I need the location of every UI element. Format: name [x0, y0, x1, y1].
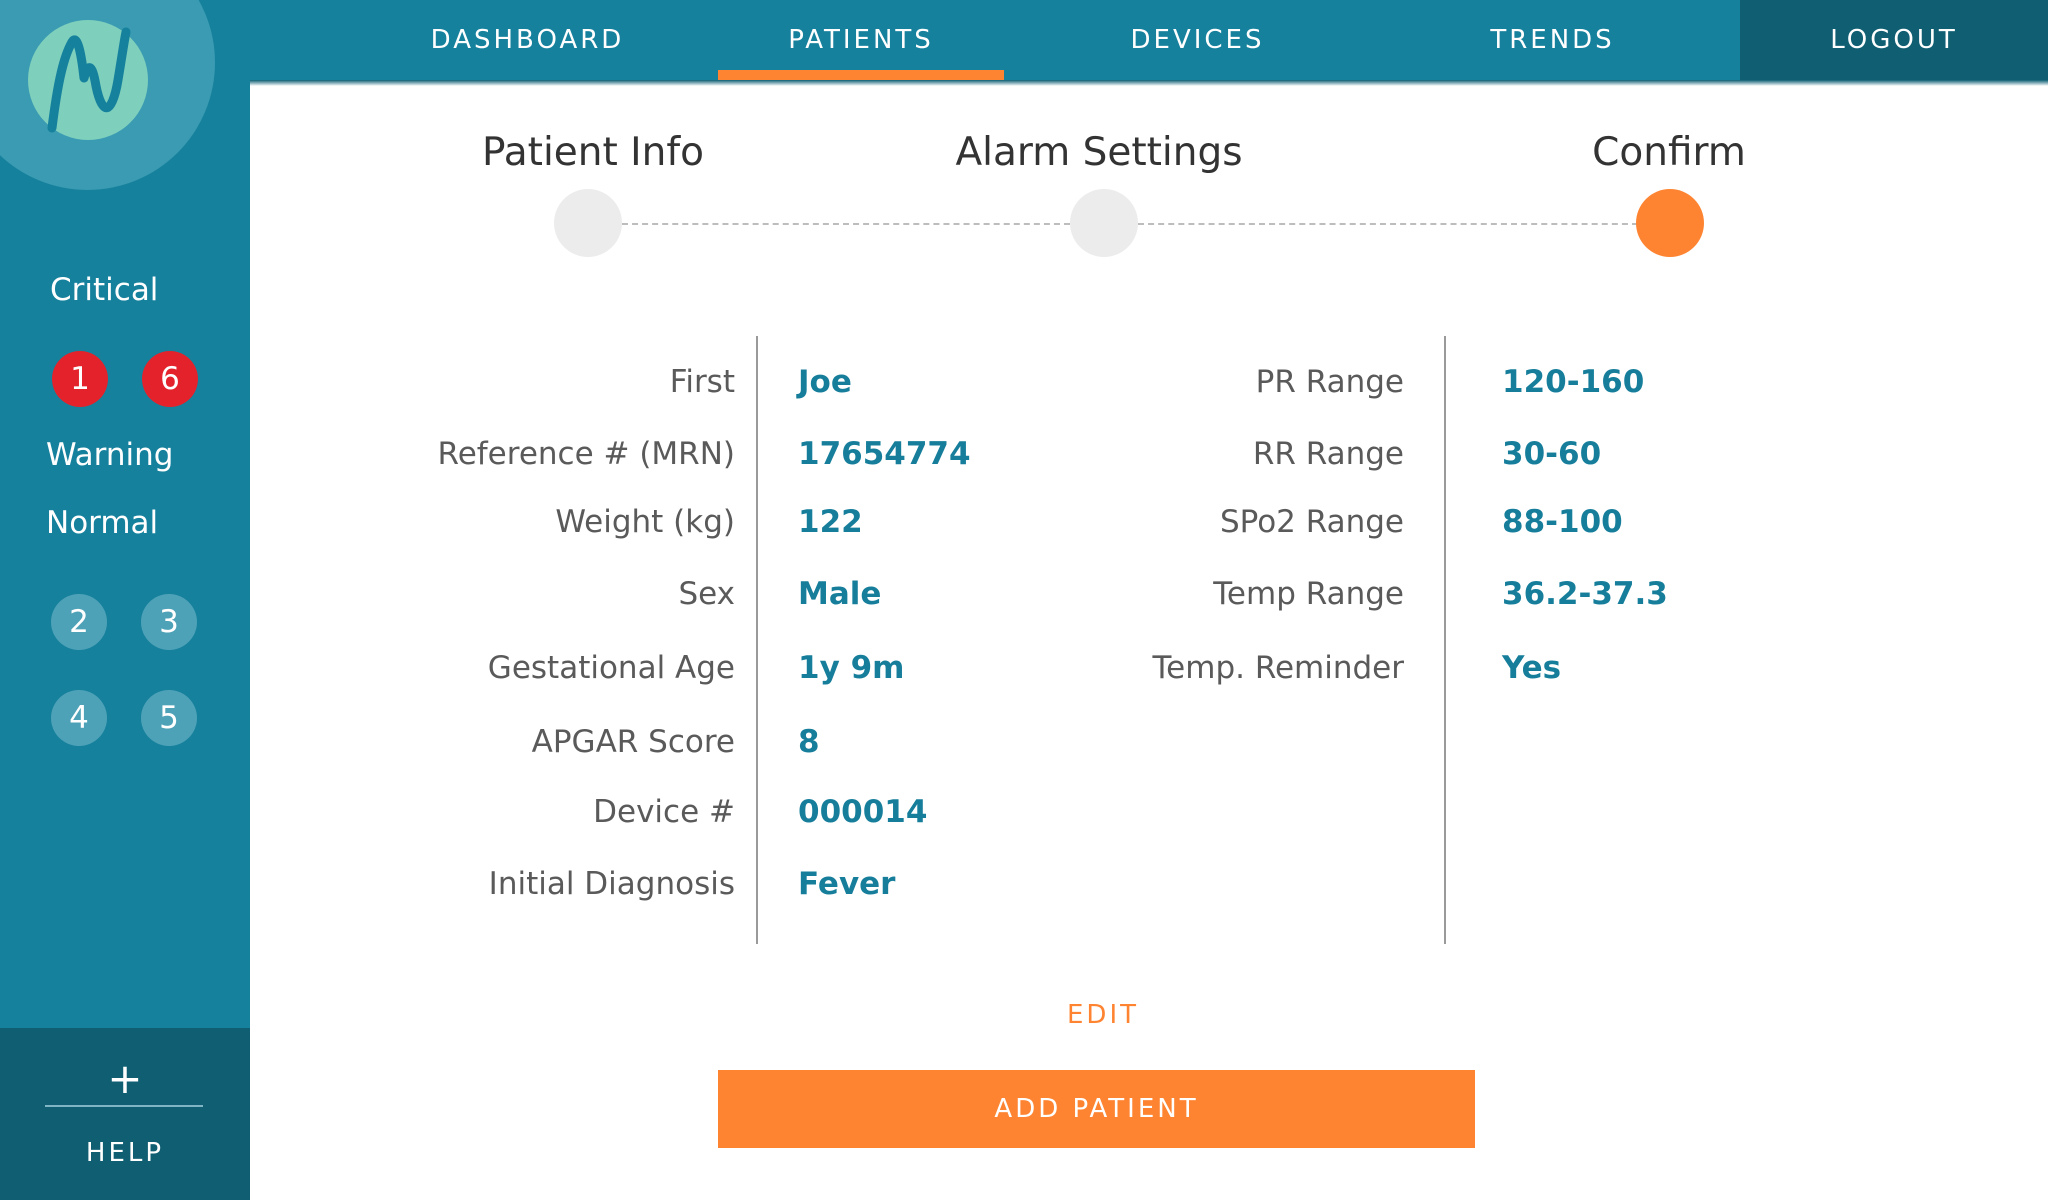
add-icon[interactable]: + — [0, 1058, 250, 1100]
nav-patients[interactable]: PATIENTS — [718, 0, 1004, 80]
label-spo2-range: SPo2 Range — [1219, 504, 1404, 540]
label-temp-reminder: Temp. Reminder — [1152, 650, 1405, 686]
help-button[interactable]: HELP — [0, 1138, 250, 1168]
sidebar-divider — [45, 1105, 203, 1107]
nav-devices[interactable]: DEVICES — [1060, 0, 1335, 80]
step-dot-patient-info[interactable] — [554, 189, 622, 257]
label-temp-range: Temp Range — [1213, 576, 1404, 612]
value-first: Joe — [798, 364, 852, 400]
label-gestational-age: Gestational Age — [487, 650, 735, 686]
step-label-confirm: Confirm — [1592, 130, 1746, 175]
normal-bed-2[interactable]: 2 — [51, 594, 107, 650]
add-patient-button[interactable]: ADD PATIENT — [718, 1070, 1475, 1148]
value-mrn: 17654774 — [798, 436, 971, 472]
critical-bed-1[interactable]: 1 — [52, 351, 108, 407]
label-first: First — [669, 364, 735, 400]
label-apgar-score: APGAR Score — [531, 724, 735, 760]
critical-label: Critical — [50, 272, 159, 308]
app-logo[interactable] — [28, 20, 148, 140]
step-dot-alarm-settings[interactable] — [1070, 189, 1138, 257]
normal-label: Normal — [46, 505, 159, 541]
normal-bed-5[interactable]: 5 — [141, 690, 197, 746]
label-sex: Sex — [678, 576, 735, 612]
column-divider — [756, 336, 758, 944]
label-pr-range: PR Range — [1255, 364, 1404, 400]
nav-dashboard[interactable]: DASHBOARD — [390, 0, 665, 80]
nav-trends[interactable]: TRENDS — [1415, 0, 1690, 80]
logo-wave-icon — [47, 27, 131, 133]
normal-bed-4[interactable]: 4 — [51, 690, 107, 746]
value-temp-reminder: Yes — [1502, 650, 1562, 686]
value-pr-range: 120-160 — [1502, 364, 1645, 400]
sidebar-footer: + HELP — [0, 1028, 250, 1200]
value-apgar-score: 8 — [798, 724, 820, 760]
logout-button[interactable]: LOGOUT — [1740, 0, 2048, 80]
step-dot-confirm[interactable] — [1636, 189, 1704, 257]
normal-bed-3[interactable]: 3 — [141, 594, 197, 650]
value-rr-range: 30-60 — [1502, 436, 1602, 472]
top-nav: DASHBOARD PATIENTS DEVICES TRENDS LOGOUT — [0, 0, 2048, 86]
label-initial-diagnosis: Initial Diagnosis — [488, 866, 735, 902]
label-device-number: Device # — [593, 794, 735, 830]
label-mrn: Reference # (MRN) — [437, 436, 735, 472]
value-device-number: 000014 — [798, 794, 928, 830]
edit-link[interactable]: EDIT — [1000, 1000, 1206, 1030]
nav-shadow — [243, 80, 2048, 86]
value-weight: 122 — [798, 504, 863, 540]
column-divider — [1444, 336, 1446, 944]
value-temp-range: 36.2-37.3 — [1502, 576, 1668, 612]
label-rr-range: RR Range — [1252, 436, 1404, 472]
step-connector — [622, 223, 1070, 225]
step-label-alarm-settings: Alarm Settings — [955, 130, 1243, 175]
critical-bed-6[interactable]: 6 — [142, 351, 198, 407]
step-label-patient-info: Patient Info — [481, 130, 705, 175]
value-gestational-age: 1y 9m — [798, 650, 905, 686]
warning-label: Warning — [46, 437, 174, 473]
step-connector — [1138, 223, 1638, 225]
label-weight: Weight (kg) — [555, 504, 735, 540]
value-spo2-range: 88-100 — [1502, 504, 1623, 540]
value-initial-diagnosis: Fever — [798, 866, 896, 902]
value-sex: Male — [798, 576, 882, 612]
sidebar: Critical 1 6 Warning Normal 2 3 4 5 + HE… — [0, 0, 250, 1200]
